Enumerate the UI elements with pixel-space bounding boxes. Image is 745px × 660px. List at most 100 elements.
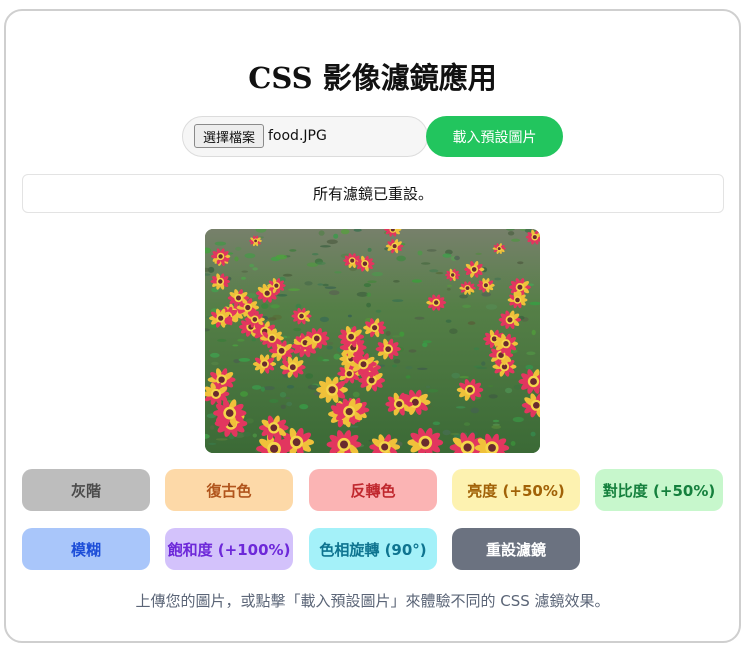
blur-button[interactable]: 模糊 (22, 528, 150, 570)
foliage-texture (210, 425, 215, 430)
foliage-texture (442, 253, 452, 258)
foliage-texture (286, 385, 295, 389)
foliage-texture (317, 283, 324, 286)
foliage-texture (251, 385, 262, 390)
hue-rotate-button[interactable]: 色相旋轉 (90°) (309, 528, 437, 570)
choose-file-button[interactable]: 選擇檔案 (194, 124, 264, 148)
foliage-texture (293, 327, 302, 332)
page-title: CSS 影像濾鏡應用 (248, 61, 497, 95)
foliage-texture (476, 366, 488, 370)
foliage-texture (328, 290, 340, 296)
foliage-texture (333, 233, 339, 239)
foliage-texture (288, 288, 300, 291)
foliage-texture (392, 299, 404, 302)
instruction-text: 上傳您的圖片，或點擊「載入預設圖片」來體驗不同的 CSS 濾鏡效果。 (135, 592, 610, 610)
foliage-texture (396, 255, 406, 262)
foliage-texture (421, 262, 431, 265)
foliage-texture (425, 385, 431, 389)
foliage-texture (326, 345, 333, 350)
foliage-texture (215, 438, 228, 441)
foliage-texture (494, 277, 502, 281)
foliage-texture (275, 254, 288, 260)
foliage-texture (505, 387, 513, 394)
foliage-texture (241, 270, 248, 273)
invert-button[interactable]: 反轉色 (309, 469, 437, 511)
foliage-texture (393, 280, 400, 283)
foliage-texture (517, 261, 524, 265)
foliage-texture (237, 338, 245, 342)
load-default-image-button[interactable]: 載入預設圖片 (426, 116, 563, 157)
foliage-texture (512, 416, 524, 423)
foliage-texture (270, 304, 280, 309)
foliage-texture (367, 280, 377, 283)
foliage-texture (241, 276, 246, 280)
foliage-texture (422, 342, 428, 348)
foliage-texture (393, 358, 401, 364)
foliage-texture (427, 389, 439, 393)
foliage-texture (435, 272, 444, 275)
foliage-texture (322, 283, 329, 287)
contrast-button[interactable]: 對比度 (+50%) (595, 469, 723, 511)
foliage-texture (463, 422, 471, 426)
foliage-texture (279, 391, 287, 398)
status-message: 所有濾鏡已重設。 (22, 174, 724, 213)
foliage-texture (282, 273, 293, 277)
foliage-texture (507, 231, 515, 236)
foliage-texture (467, 321, 476, 325)
foliage-texture (442, 429, 451, 436)
selected-file-name: food.JPG (268, 128, 327, 144)
foliage-texture (371, 271, 383, 277)
foliage-texture (473, 347, 480, 351)
foliage-texture (417, 367, 428, 370)
foliage-texture (392, 335, 401, 338)
foliage-texture (408, 349, 417, 353)
foliage-texture (210, 352, 220, 358)
foliage-texture (417, 250, 423, 256)
foliage-texture (324, 286, 337, 289)
saturate-button[interactable]: 飽和度 (+100%) (165, 528, 293, 570)
foliage-texture (363, 283, 371, 288)
foliage-texture (447, 284, 452, 287)
foliage-texture (208, 442, 217, 445)
foliage-texture (510, 441, 516, 446)
reset-filters-button[interactable]: 重設濾鏡 (452, 528, 580, 570)
foliage-texture (234, 256, 239, 262)
foliage-texture (334, 271, 342, 274)
foliage-texture (238, 358, 251, 362)
foliage-texture (252, 267, 258, 271)
grayscale-button[interactable]: 灰階 (22, 469, 150, 511)
foliage-texture (232, 344, 239, 347)
foliage-texture (340, 229, 350, 235)
foliage-texture (491, 425, 502, 429)
foliage-texture (366, 292, 371, 298)
foliage-texture (526, 351, 536, 356)
foliage-texture (405, 375, 411, 379)
foliage-texture (426, 249, 437, 252)
foliage-texture (263, 386, 275, 391)
foliage-texture (217, 338, 227, 342)
foliage-texture (432, 421, 441, 426)
foliage-texture (411, 279, 422, 283)
foliage-texture (405, 366, 413, 370)
foliage-texture (260, 386, 265, 392)
foliage-texture (319, 316, 329, 323)
preview-image (205, 229, 540, 453)
foliage-texture (352, 391, 360, 398)
brightness-button[interactable]: 亮度 (+50%) (452, 469, 580, 511)
foliage-texture (385, 331, 391, 336)
foliage-texture (366, 302, 371, 308)
foliage-texture (525, 364, 534, 370)
foliage-texture (286, 401, 293, 407)
foliage-texture (449, 328, 458, 334)
foliage-texture (319, 245, 331, 248)
foliage-texture (261, 303, 269, 309)
foliage-texture (459, 294, 468, 299)
foliage-texture (485, 304, 498, 310)
foliage-texture (269, 399, 279, 403)
foliage-texture (445, 319, 452, 323)
foliage-texture (240, 391, 248, 397)
foliage-texture (470, 407, 479, 414)
sepia-button[interactable]: 復古色 (165, 469, 293, 511)
foliage-texture (446, 288, 451, 291)
foliage-texture (242, 431, 251, 437)
